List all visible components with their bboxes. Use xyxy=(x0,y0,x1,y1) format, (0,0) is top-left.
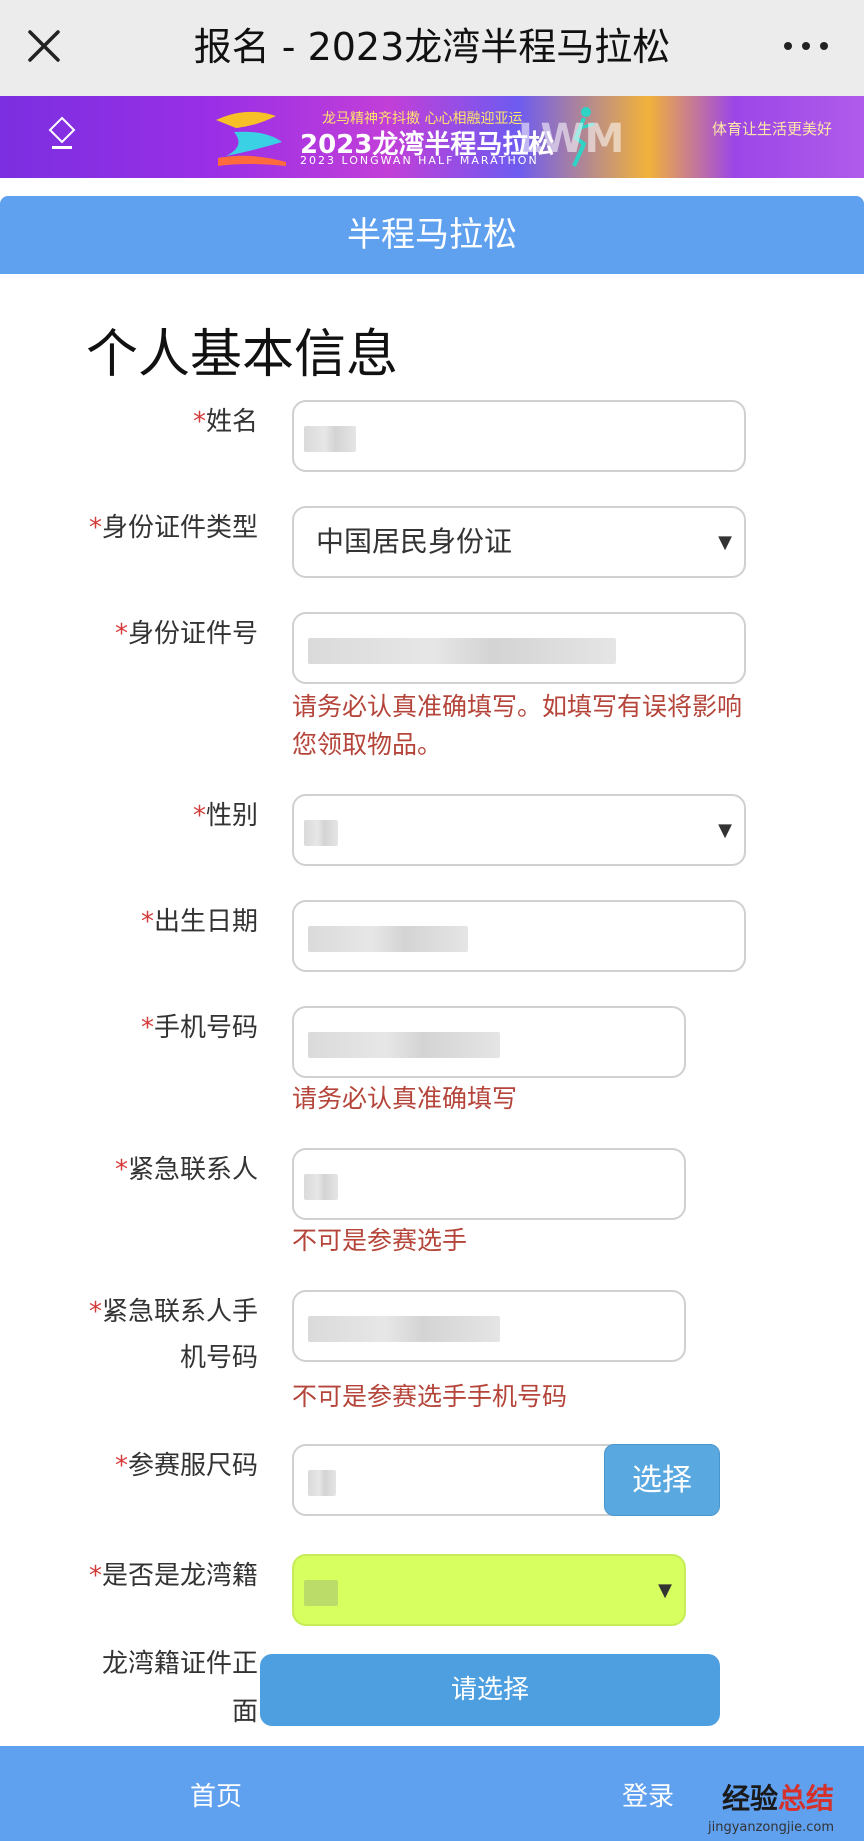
id-type-select[interactable]: 中国居民身份证 ▼ xyxy=(292,506,746,578)
phone-label: *手机号码 xyxy=(140,1013,258,1043)
masked-value xyxy=(308,1032,500,1058)
upload-label-cont: 面 xyxy=(231,1697,258,1727)
masked-value xyxy=(304,820,338,846)
more-options-icon[interactable] xyxy=(778,24,834,68)
id-type-label: *身份证件类型 xyxy=(88,513,258,543)
phone-input[interactable] xyxy=(292,1006,686,1078)
name-input[interactable] xyxy=(292,400,746,472)
nav-login[interactable]: 登录 xyxy=(622,1776,674,1813)
section-title: 半程马拉松 xyxy=(347,215,517,255)
emergency-phone-label-cont: 机号码 xyxy=(179,1343,258,1373)
name-label: *姓名 xyxy=(192,407,258,437)
title-bar: 报名 - 2023龙湾半程马拉松 xyxy=(0,0,864,96)
emergency-phone-input[interactable] xyxy=(292,1290,686,1362)
gender-select[interactable]: ▼ xyxy=(292,794,746,866)
banner-motto: 体育让生活更美好 xyxy=(711,120,832,138)
emblem-icon xyxy=(48,116,76,149)
gender-label: *性别 xyxy=(192,801,258,831)
bottom-nav: 首页 登录 经验总结 jingyanzongjie.com xyxy=(0,1746,864,1841)
form-heading: 个人基本信息 xyxy=(86,325,399,385)
marathon-logo-icon xyxy=(216,111,286,166)
longwan-select[interactable]: ▼ xyxy=(292,1554,686,1626)
id-number-hint: 请务必认真准确填写。如填写有误将影响您领取物品。 xyxy=(292,692,743,759)
nav-home[interactable]: 首页 xyxy=(190,1776,242,1813)
emergency-phone-hint: 不可是参赛选手手机号码 xyxy=(292,1382,568,1411)
masked-value xyxy=(304,1580,338,1606)
emergency-phone-label: *紧急联系人手 xyxy=(88,1297,258,1327)
emergency-contact-input[interactable] xyxy=(292,1148,686,1220)
id-number-label: *身份证件号 xyxy=(114,619,258,649)
chevron-down-icon: ▼ xyxy=(658,1580,672,1601)
event-banner: 龙马精神齐抖擞 心心相融迎亚运 2023龙湾半程马拉松 2023 LONGWAN… xyxy=(0,96,864,178)
emergency-contact-label: *紧急联系人 xyxy=(114,1155,258,1185)
window-title: 报名 - 2023龙湾半程马拉松 xyxy=(193,25,671,69)
banner-event-title-en: 2023 LONGWAN HALF MARATHON xyxy=(300,154,539,167)
shirt-size-label: *参赛服尺码 xyxy=(114,1451,258,1481)
masked-value xyxy=(304,1174,338,1200)
masked-value xyxy=(304,426,356,452)
section-header: 半程马拉松 xyxy=(0,196,864,274)
phone-hint: 请务必认真准确填写 xyxy=(292,1084,518,1113)
masked-value xyxy=(308,1470,336,1496)
birthdate-input[interactable] xyxy=(292,900,746,972)
masked-value xyxy=(308,926,468,952)
upload-select-button[interactable]: 请选择 xyxy=(260,1654,720,1726)
watermark: 经验总结 xyxy=(721,1782,834,1815)
shirt-size-select-button[interactable]: 选择 xyxy=(604,1444,720,1516)
emergency-contact-hint: 不可是参赛选手 xyxy=(292,1226,468,1255)
watermark-url: jingyanzongjie.com xyxy=(707,1820,834,1835)
close-icon[interactable] xyxy=(22,24,66,68)
masked-value xyxy=(308,1316,500,1342)
chevron-down-icon: ▼ xyxy=(718,820,732,841)
upload-label: 龙湾籍证件正 xyxy=(101,1649,258,1679)
shirt-size-input[interactable] xyxy=(292,1444,622,1516)
id-number-input[interactable] xyxy=(292,612,746,684)
banner-mark: LWM xyxy=(518,116,625,162)
id-type-value: 中国居民身份证 xyxy=(316,525,513,558)
longwan-label: *是否是龙湾籍 xyxy=(88,1561,258,1591)
chevron-down-icon: ▼ xyxy=(718,532,732,553)
birthdate-label: *出生日期 xyxy=(140,907,258,937)
masked-value xyxy=(308,638,616,664)
